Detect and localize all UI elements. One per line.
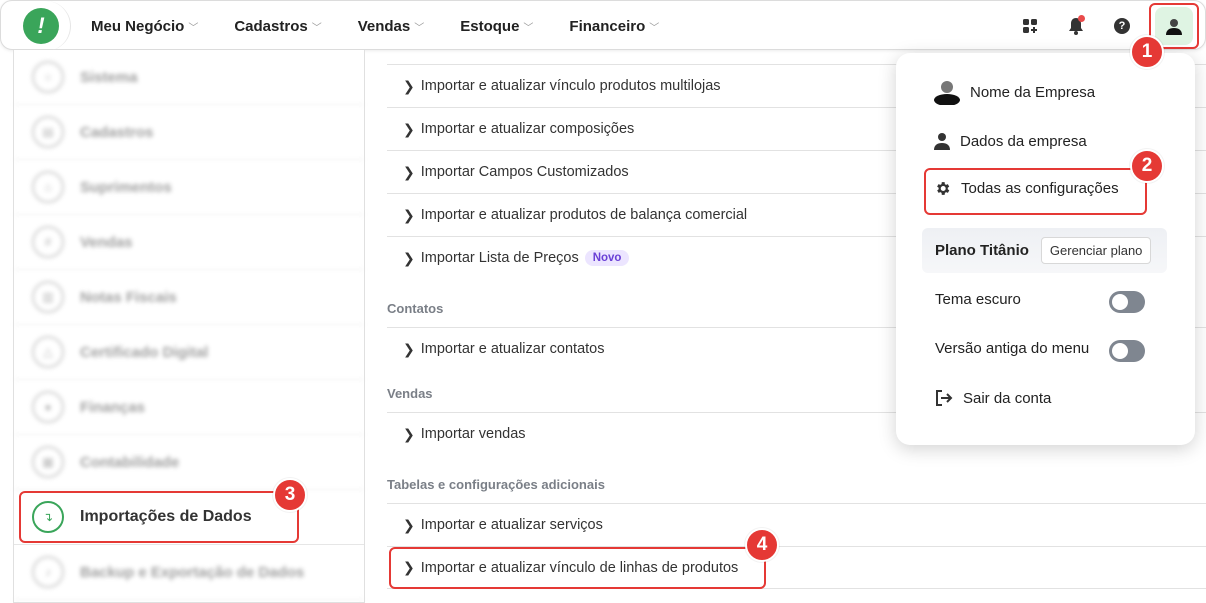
top-icon-group: ? bbox=[1007, 1, 1145, 51]
notifications-button[interactable] bbox=[1053, 1, 1099, 51]
sidebar-item-financas[interactable]: ● Finanças bbox=[14, 380, 364, 435]
section-title-tabelas: Tabelas e configurações adicionais bbox=[387, 477, 605, 492]
sidebar-item-cadastros[interactable]: ▤ Cadastros bbox=[14, 105, 364, 160]
list-item[interactable]: ❯ Importar e atualizar serviços bbox=[387, 503, 1206, 546]
chevron-right-icon: ❯ bbox=[403, 425, 415, 442]
user-icon bbox=[934, 132, 950, 150]
step-badge-2: 2 bbox=[1130, 149, 1164, 183]
nav-item-cadastros[interactable]: Cadastros ﹀ bbox=[234, 18, 321, 35]
main-nav: Meu Negócio ﹀ Cadastros ﹀ Vendas ﹀ Estoque ﹀… bbox=[91, 1, 695, 51]
chevron-down-icon: ﹀ bbox=[649, 22, 660, 34]
step-badge-3: 3 bbox=[273, 478, 307, 512]
chevron-right-icon: ❯ bbox=[403, 120, 415, 137]
dark-theme-toggle[interactable] bbox=[1109, 291, 1145, 313]
section-title-contatos: Contatos bbox=[387, 301, 444, 316]
nav-item-estoque[interactable]: Estoque ﹀ bbox=[460, 18, 533, 35]
help-icon: ? bbox=[1114, 18, 1130, 34]
old-menu-toggle[interactable] bbox=[1109, 340, 1145, 362]
highlight-box-importacoes bbox=[19, 491, 299, 543]
apps-button[interactable] bbox=[1007, 1, 1053, 51]
sidebar-item-suprimentos[interactable]: ⌂ Suprimentos bbox=[14, 160, 364, 215]
accounting-icon: ▦ bbox=[32, 446, 64, 478]
logout-item[interactable]: Sair da conta bbox=[935, 389, 1051, 407]
chevron-right-icon: ❯ bbox=[403, 163, 415, 180]
notification-dot bbox=[1078, 15, 1085, 22]
nav-item-vendas[interactable]: Vendas ﹀ bbox=[358, 18, 425, 35]
chevron-right-icon: ❯ bbox=[403, 516, 415, 533]
new-badge: Novo bbox=[584, 250, 630, 266]
app-logo[interactable]: ! bbox=[23, 8, 59, 44]
logout-icon bbox=[935, 389, 953, 407]
avatar bbox=[1155, 7, 1193, 45]
dropdown-company-name[interactable]: Nome da Empresa bbox=[934, 79, 1095, 105]
dropdown-company-data[interactable]: Dados da empresa bbox=[934, 132, 1087, 150]
highlight-box-all-settings bbox=[924, 168, 1147, 215]
records-icon: ▤ bbox=[32, 116, 64, 148]
chevron-right-icon: ❯ bbox=[403, 249, 415, 266]
invoice-icon: ▥ bbox=[32, 281, 64, 313]
step-badge-1: 1 bbox=[1130, 35, 1164, 69]
chevron-down-icon: ﹀ bbox=[311, 22, 322, 34]
chevron-right-icon: ❯ bbox=[403, 77, 415, 94]
chevron-down-icon: ﹀ bbox=[523, 22, 534, 34]
chevron-right-icon: ❯ bbox=[403, 206, 415, 223]
manage-plan-button[interactable]: Gerenciar plano bbox=[1040, 237, 1152, 264]
nav-item-meu-negocio[interactable]: Meu Negócio ﹀ bbox=[91, 18, 198, 35]
old-menu-row: Versão antiga do menu bbox=[935, 340, 1090, 357]
sidebar-item-certificado-digital[interactable]: △ Certificado Digital bbox=[14, 325, 364, 380]
chevron-right-icon: ❯ bbox=[403, 340, 415, 357]
finance-icon: ● bbox=[32, 391, 64, 423]
sidebar-item-contabilidade[interactable]: ▦ Contabilidade bbox=[14, 435, 364, 490]
backup-icon: ♪ bbox=[32, 556, 64, 588]
sales-icon: # bbox=[32, 226, 64, 258]
nav-item-financeiro[interactable]: Financeiro ﹀ bbox=[569, 18, 659, 35]
dark-theme-row: Tema escuro bbox=[935, 291, 1021, 308]
sidebar-item-notas-fiscais[interactable]: ▥ Notas Fiscais bbox=[14, 270, 364, 325]
sidebar-item-vendas[interactable]: # Vendas bbox=[14, 215, 364, 270]
sidebar-item-backup-exportacao[interactable]: ♪ Backup e Exportação de Dados bbox=[14, 545, 364, 600]
plan-panel: Plano Titânio Gerenciar plano bbox=[922, 228, 1167, 273]
step-badge-4: 4 bbox=[745, 528, 779, 562]
chevron-down-icon: ﹀ bbox=[188, 22, 199, 34]
company-avatar-icon bbox=[934, 79, 960, 105]
certificate-icon: △ bbox=[32, 336, 64, 368]
user-dropdown-menu: Nome da Empresa Dados da empresa Todas a… bbox=[896, 53, 1195, 445]
system-icon: ○ bbox=[32, 61, 64, 93]
top-navigation-bar: ! Meu Negócio ﹀ Cadastros ﹀ Vendas ﹀ Estoqu… bbox=[0, 0, 1206, 51]
logo-area: ! bbox=[1, 1, 71, 51]
highlight-box-vinculo-linhas bbox=[389, 547, 766, 589]
sidebar-item-sistema[interactable]: ○ Sistema bbox=[14, 50, 364, 105]
section-title-vendas: Vendas bbox=[387, 386, 433, 401]
apps-icon bbox=[1023, 19, 1037, 33]
supplies-icon: ⌂ bbox=[32, 171, 64, 203]
plan-label: Plano Titânio bbox=[935, 242, 1029, 259]
user-icon bbox=[1166, 19, 1182, 35]
chevron-down-icon: ﹀ bbox=[414, 22, 425, 34]
settings-sidebar: ○ Sistema ▤ Cadastros ⌂ Suprimentos # Vendas… bbox=[13, 50, 365, 603]
